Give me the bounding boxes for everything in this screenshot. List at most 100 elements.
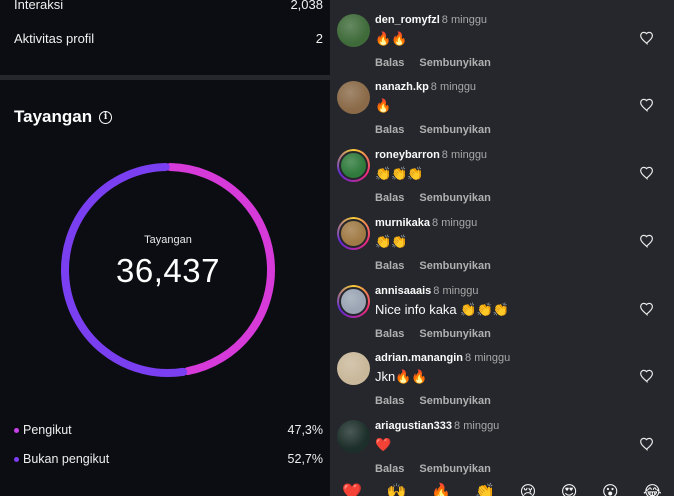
- legend-dot-followers: [14, 427, 19, 433]
- comment-actions: Balas Sembunyikan: [375, 192, 491, 204]
- comment-text: 🔥: [375, 98, 392, 113]
- comment-time: 8 minggu: [454, 420, 500, 432]
- reply-button[interactable]: Balas: [375, 328, 404, 340]
- comment-text: 👏👏: [375, 234, 408, 249]
- comment-item: den_romyfzl 8 minggu 🔥🔥 Balas Sembunyikan: [330, 14, 674, 82]
- comment-username[interactable]: annisaaais: [375, 285, 431, 297]
- comment-time: 8 minggu: [441, 149, 488, 161]
- comment-actions: Balas Sembunyikan: [375, 463, 491, 475]
- comment-time: 8 minggu: [433, 285, 479, 297]
- comment-actions: Balas Sembunyikan: [375, 260, 491, 272]
- quick-emoji-button[interactable]: 👏: [475, 482, 495, 496]
- hide-button[interactable]: Sembunyikan: [419, 260, 491, 272]
- comment-time: 8 minggu: [465, 352, 511, 364]
- comment-time: 8 minggu: [441, 14, 488, 26]
- comment-text: ❤️: [375, 437, 392, 452]
- comment-username[interactable]: murnikaka: [375, 217, 430, 229]
- avatar[interactable]: [337, 14, 370, 47]
- stat-label: Aktivitas profil: [14, 31, 95, 46]
- comment-time: 8 minggu: [432, 217, 478, 229]
- legend-dot-non-followers: [14, 456, 19, 462]
- avatar[interactable]: [337, 81, 370, 114]
- comment-item: ariagustian333 8 minggu ❤️ Balas Sembunyikan: [330, 420, 674, 488]
- like-heart-icon[interactable]: [639, 165, 655, 181]
- quick-emoji-button[interactable]: 😍: [561, 482, 578, 496]
- quick-emoji-button[interactable]: 🙌: [387, 482, 407, 496]
- comment-header: ariagustian333 8 minggu: [375, 420, 499, 432]
- stat-label: Interaksi: [14, 0, 64, 12]
- like-heart-icon[interactable]: [639, 30, 655, 46]
- avatar[interactable]: [337, 352, 370, 385]
- reply-button[interactable]: Balas: [375, 260, 404, 272]
- reply-button[interactable]: Balas: [375, 463, 404, 475]
- quick-emoji-button[interactable]: 😮: [602, 482, 619, 496]
- comment-header: roneybarron 8 minggu: [375, 149, 487, 161]
- hide-button[interactable]: Sembunyikan: [419, 124, 491, 136]
- like-heart-icon[interactable]: [639, 301, 655, 317]
- legend-percent: 52,7%: [287, 452, 323, 466]
- comment-text: Nice info kaka 👏👏👏: [375, 302, 509, 317]
- reply-button[interactable]: Balas: [375, 57, 404, 69]
- stat-value: 2: [315, 31, 323, 46]
- hide-button[interactable]: Sembunyikan: [419, 328, 491, 340]
- like-heart-icon[interactable]: [639, 97, 655, 113]
- hide-button[interactable]: Sembunyikan: [419, 395, 491, 407]
- views-heading: Tayangan i: [14, 107, 113, 127]
- like-heart-icon[interactable]: [639, 368, 655, 384]
- legend-row-non-followers: Bukan pengikut 52,7%: [14, 452, 323, 466]
- comment-header: murnikaka 8 minggu: [375, 217, 477, 229]
- donut-total-value: 36,437: [116, 252, 220, 289]
- donut-center-label: Tayangan: [144, 234, 192, 246]
- legend-label: Pengikut: [23, 423, 72, 437]
- comment-text: 🔥🔥: [375, 31, 408, 46]
- comment-header: den_romyfzl 8 minggu: [375, 14, 487, 26]
- like-heart-icon[interactable]: [639, 436, 655, 452]
- hide-button[interactable]: Sembunyikan: [419, 57, 491, 69]
- comment-header: adrian.manangin 8 minggu: [375, 352, 510, 364]
- reply-button[interactable]: Balas: [375, 395, 404, 407]
- section-divider: [0, 75, 330, 80]
- comment-username[interactable]: adrian.manangin: [375, 352, 463, 364]
- quick-emoji-bar: ❤️ 🙌 🔥 👏 😢 😍 😮 😂: [330, 482, 674, 496]
- comments-panel: den_romyfzl 8 minggu 🔥🔥 Balas Sembunyikan nan…: [330, 0, 674, 496]
- comment-header: annisaaais 8 minggu: [375, 285, 479, 297]
- stat-row-interactions[interactable]: Interaksi 2,038: [14, 0, 323, 12]
- hide-button[interactable]: Sembunyikan: [419, 463, 491, 475]
- quick-emoji-button[interactable]: 😢: [520, 482, 537, 496]
- comment-username[interactable]: ariagustian333: [375, 420, 452, 432]
- avatar[interactable]: [337, 149, 370, 182]
- comment-actions: Balas Sembunyikan: [375, 395, 491, 407]
- comment-item: murnikaka 8 minggu 👏👏 Balas Sembunyikan: [330, 217, 674, 285]
- comment-actions: Balas Sembunyikan: [375, 57, 491, 69]
- avatar[interactable]: [337, 285, 370, 318]
- comment-item: nanazh.kp 8 minggu 🔥 Balas Sembunyikan: [330, 81, 674, 149]
- legend-label: Bukan pengikut: [23, 452, 110, 466]
- reply-button[interactable]: Balas: [375, 124, 404, 136]
- quick-emoji-button[interactable]: 🔥: [431, 482, 451, 496]
- quick-emoji-button[interactable]: ❤️: [342, 482, 362, 496]
- legend-percent: 47,3%: [287, 423, 323, 437]
- comment-actions: Balas Sembunyikan: [375, 124, 491, 136]
- hide-button[interactable]: Sembunyikan: [419, 192, 491, 204]
- comment-item: roneybarron 8 minggu 👏👏👏 Balas Sembunyikan: [330, 149, 674, 217]
- comment-username[interactable]: roneybarron: [375, 149, 440, 161]
- quick-emoji-button[interactable]: 😂: [643, 482, 662, 496]
- comment-actions: Balas Sembunyikan: [375, 328, 491, 340]
- views-title: Tayangan: [14, 107, 93, 126]
- legend-row-followers: Pengikut 47,3%: [14, 423, 323, 437]
- avatar[interactable]: [337, 420, 370, 453]
- comment-item: annisaaais 8 minggu Nice info kaka 👏👏👏 Bala…: [330, 285, 674, 353]
- comment-header: nanazh.kp 8 minggu: [375, 81, 476, 93]
- comment-username[interactable]: nanazh.kp: [375, 81, 429, 93]
- comment-username[interactable]: den_romyfzl: [375, 14, 440, 26]
- like-heart-icon[interactable]: [639, 233, 655, 249]
- comment-text: Jkn🔥🔥: [375, 369, 428, 384]
- comment-text: 👏👏👏: [375, 166, 424, 181]
- reply-button[interactable]: Balas: [375, 192, 404, 204]
- stat-value: 2,038: [290, 0, 323, 12]
- stat-row-profile-activity[interactable]: Aktivitas profil 2: [14, 31, 323, 46]
- insights-panel: Interaksi 2,038 Aktivitas profil 2 Tayan…: [0, 0, 330, 496]
- avatar[interactable]: [337, 217, 370, 250]
- comment-time: 8 minggu: [430, 81, 477, 93]
- info-icon[interactable]: i: [99, 110, 113, 124]
